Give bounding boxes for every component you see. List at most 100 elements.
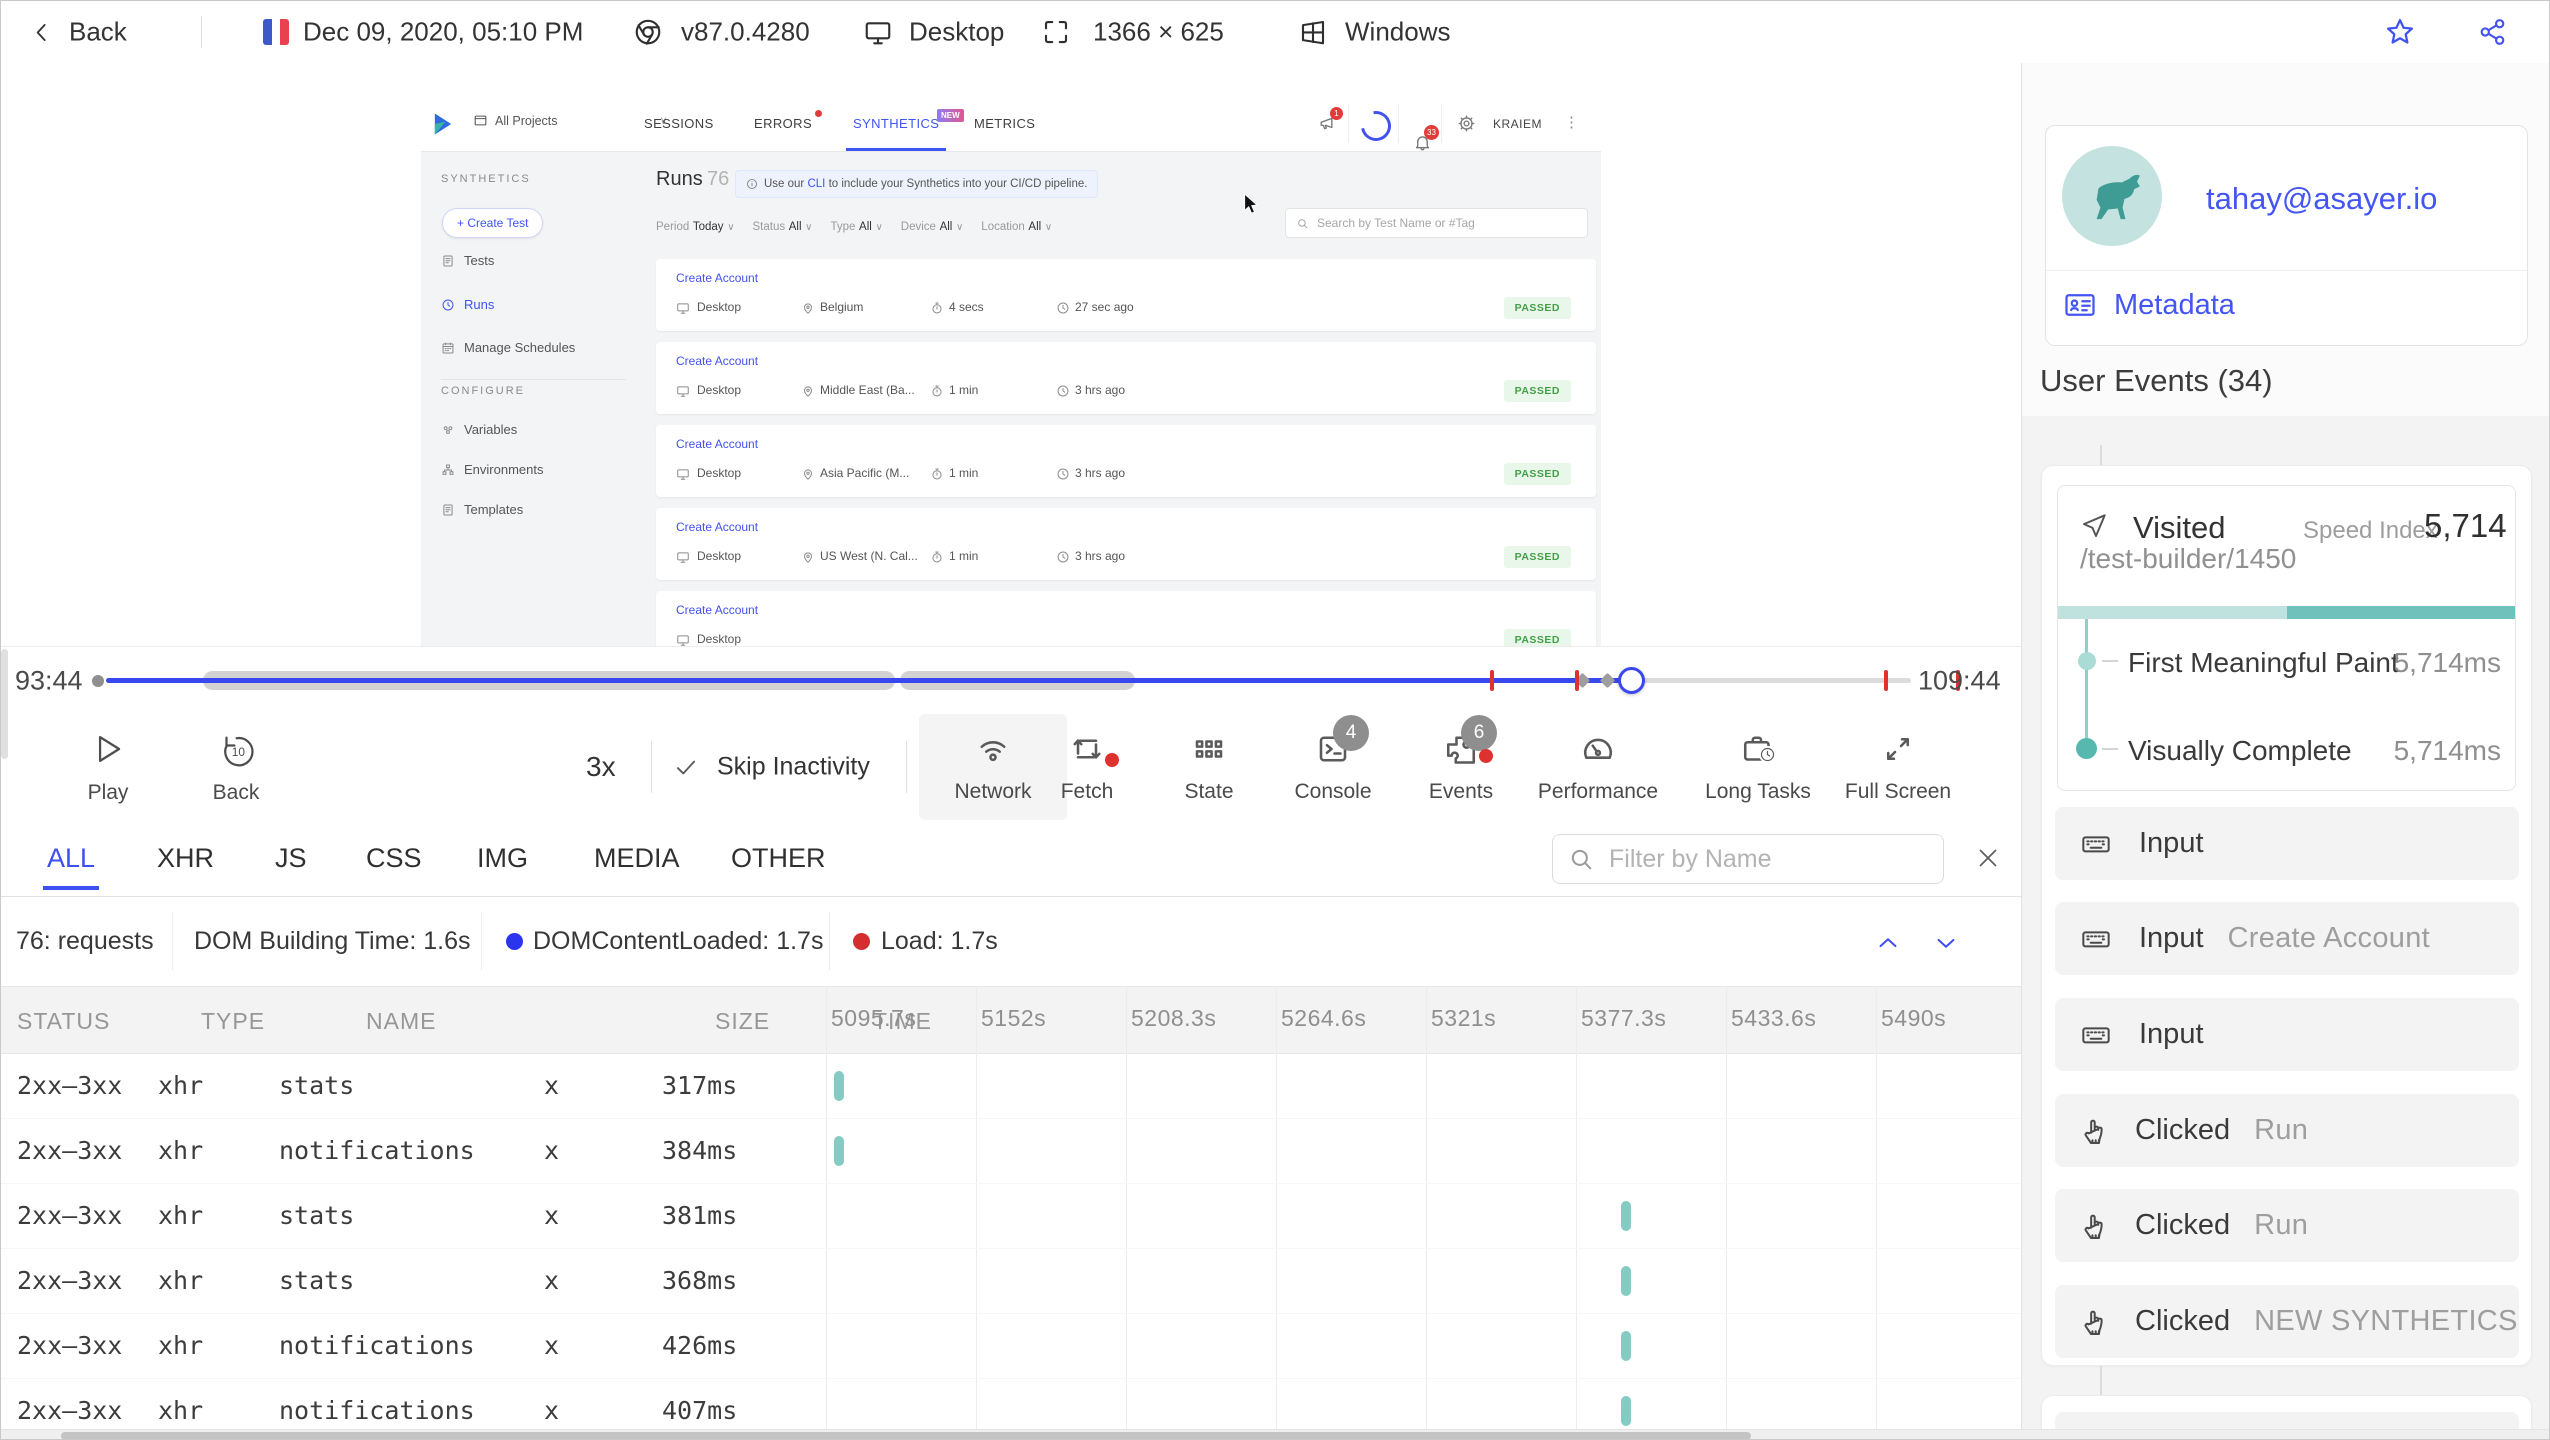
dom-building-time: DOM Building Time: 1.6s <box>194 927 471 955</box>
app-logo-icon <box>434 113 452 135</box>
panel-button-events[interactable]: 6 Events <box>1396 714 1526 820</box>
project-icon <box>473 113 488 128</box>
network-request-row[interactable]: 2xx–3xx xhr stats x 381ms <box>1 1184 2021 1249</box>
run-test-name-link: Create Account <box>676 271 759 285</box>
network-tab-media[interactable]: MEDIA <box>594 821 680 896</box>
app-sidebar-item-environments: Environments <box>441 462 543 477</box>
network-tab-img[interactable]: IMG <box>477 821 528 896</box>
timeline-track[interactable] <box>92 666 1961 694</box>
page-visit-group-card: Visited Speed Index 5,714 /test-builder/… <box>2041 465 2532 1366</box>
metadata-button[interactable]: Metadata <box>2062 287 2235 323</box>
visually-complete-label: Visually Complete <box>2128 735 2352 766</box>
jump-down-icon[interactable] <box>1931 928 1961 958</box>
back-10s-button[interactable]: 10 Back <box>171 714 301 820</box>
panel-button-state[interactable]: State <box>1144 714 1274 820</box>
horizontal-scrollbar-thumb[interactable] <box>61 1432 1751 1439</box>
network-tab-xhr[interactable]: XHR <box>157 821 214 896</box>
keyboard-icon <box>2077 828 2115 860</box>
network-tab-other[interactable]: OTHER <box>731 821 826 896</box>
col-type: TYPE <box>201 1008 266 1034</box>
session-date: Dec 09, 2020, 05:10 PM <box>303 16 584 47</box>
network-tab-all[interactable]: ALL <box>42 821 100 896</box>
back-label: Back <box>69 16 127 47</box>
network-tab-css[interactable]: CSS <box>366 821 422 896</box>
event-item-input[interactable]: Input Create Account <box>2055 902 2519 975</box>
app-search-placeholder: Search by Test Name or #Tag <box>1317 216 1475 230</box>
notifications-bell-icon: 33 <box>1413 125 1601 152</box>
session-replay-window: Back Dec 09, 2020, 05:10 PM v87.0.4280 D… <box>0 0 2550 1440</box>
col-size: SIZE <box>715 1008 771 1034</box>
network-table-header: STATUS TYPE NAME SIZE TIME <box>1 986 2021 1054</box>
runs-filters: Period Today ∨ Status All ∨ Type All ∨ D… <box>656 221 1053 233</box>
share-icon[interactable] <box>2477 16 2509 48</box>
filter-by-name-input[interactable] <box>1552 834 1944 884</box>
templates-icon <box>441 503 455 517</box>
rewind-10-icon: 10 <box>224 735 254 766</box>
fetch-alert-dot <box>1105 752 1119 767</box>
load-time: Load: 1.7s <box>881 927 998 955</box>
panel-button-performance[interactable]: Performance <box>1533 714 1663 820</box>
chrome-browser-icon <box>633 17 663 47</box>
create-test-button: + Create Test <box>442 208 544 238</box>
app-sidebar-item-runs: Runs <box>441 297 494 312</box>
close-panel-icon[interactable] <box>1973 843 2003 873</box>
event-item-input[interactable]: Input <box>2055 998 2519 1071</box>
network-request-row[interactable]: 2xx–3xx xhr stats x 317ms <box>1 1054 2021 1119</box>
chevron-left-icon <box>29 19 55 45</box>
col-status: STATUS <box>17 1008 111 1034</box>
divider <box>201 16 202 48</box>
jump-up-icon[interactable] <box>1873 928 1903 958</box>
timeline-issue-marker <box>1883 669 1888 691</box>
dom-content-loaded-dot <box>506 933 523 950</box>
network-request-row[interactable]: 2xx–3xx xhr notifications x 384ms <box>1 1119 2021 1184</box>
favorite-star-icon[interactable] <box>2383 15 2417 49</box>
panel-button-long-tasks[interactable]: Long Tasks <box>1693 714 1823 820</box>
clock-icon <box>1056 301 1070 315</box>
event-item-clicked[interactable]: Clicked Run <box>2055 1189 2519 1262</box>
keyboard-icon <box>2077 923 2115 955</box>
session-info-sidebar: tahay@asayer.io Metadata User Events (34… <box>2021 63 2549 1439</box>
play-button[interactable]: Play <box>43 714 173 820</box>
app-sidebar-item-variables: Variables <box>441 422 517 437</box>
event-item-clicked[interactable]: Clicked Run <box>2055 1094 2519 1167</box>
timeline-issue-marker <box>1575 669 1580 691</box>
check-icon <box>676 760 696 774</box>
state-grid-icon <box>1191 731 1227 767</box>
events-count-badge: 6 <box>1461 714 1497 751</box>
project-selector: All Projects ∨ <box>473 113 668 128</box>
waterfall-bar <box>1620 1331 1631 1361</box>
network-tab-js[interactable]: JS <box>275 821 307 896</box>
skip-inactivity-toggle[interactable]: Skip Inactivity <box>673 753 870 782</box>
network-request-row[interactable]: 2xx–3xx xhr stats x 368ms <box>1 1249 2021 1314</box>
visited-event-card[interactable]: Visited Speed Index 5,714 /test-builder/… <box>2057 485 2516 791</box>
horizontal-scrollbar[interactable] <box>1 1429 2549 1439</box>
network-table-rows: 2xx–3xx xhr stats x 317ms 2xx–3xx xhr no… <box>1 1054 2021 1439</box>
fmp-value: 5,714ms <box>2393 647 2501 678</box>
event-item-input[interactable]: Input <box>2055 807 2519 880</box>
network-wifi-icon <box>975 731 1011 767</box>
os-name: Windows <box>1345 16 1451 47</box>
playback-speed-button[interactable]: 3x <box>586 751 616 783</box>
runs-count: 76 <box>707 168 730 190</box>
replayed-app-screen: All Projects ∨ SESSIONS ERRORS SYNTHETIC… <box>421 96 1601 646</box>
vertical-scrollbar-thumb[interactable] <box>1 649 8 759</box>
load-dot <box>853 933 870 950</box>
filter-input-field[interactable] <box>1607 843 1929 875</box>
event-connector <box>2100 445 2102 465</box>
long-tasks-clock-icon <box>1759 745 1776 763</box>
visited-label: Visited <box>2133 510 2226 545</box>
timeline-scrubber-handle[interactable] <box>1618 666 1646 694</box>
panel-button-full-screen[interactable]: Full Screen <box>1833 714 1963 820</box>
events-alert-dot <box>1479 748 1493 763</box>
event-item-clicked[interactable]: Clicked NEW SYNTHETICS <box>2055 1285 2519 1358</box>
cli-info-banner: Use our CLI to include your Synthetics i… <box>735 170 1099 198</box>
network-request-row[interactable]: 2xx–3xx xhr notifications x 426ms <box>1 1314 2021 1379</box>
pointer-hand-icon <box>2077 1114 2111 1148</box>
panel-button-console[interactable]: 4 Console <box>1268 714 1398 820</box>
back-button[interactable]: Back <box>29 17 127 48</box>
run-card: Create Account Desktop US West (N. Cal..… <box>656 508 1596 580</box>
timeline-current-time: 93:44 <box>15 665 83 695</box>
monitor-icon <box>863 17 893 47</box>
svg-text:10: 10 <box>232 744 246 758</box>
panel-button-fetch[interactable]: Fetch <box>1022 714 1152 820</box>
